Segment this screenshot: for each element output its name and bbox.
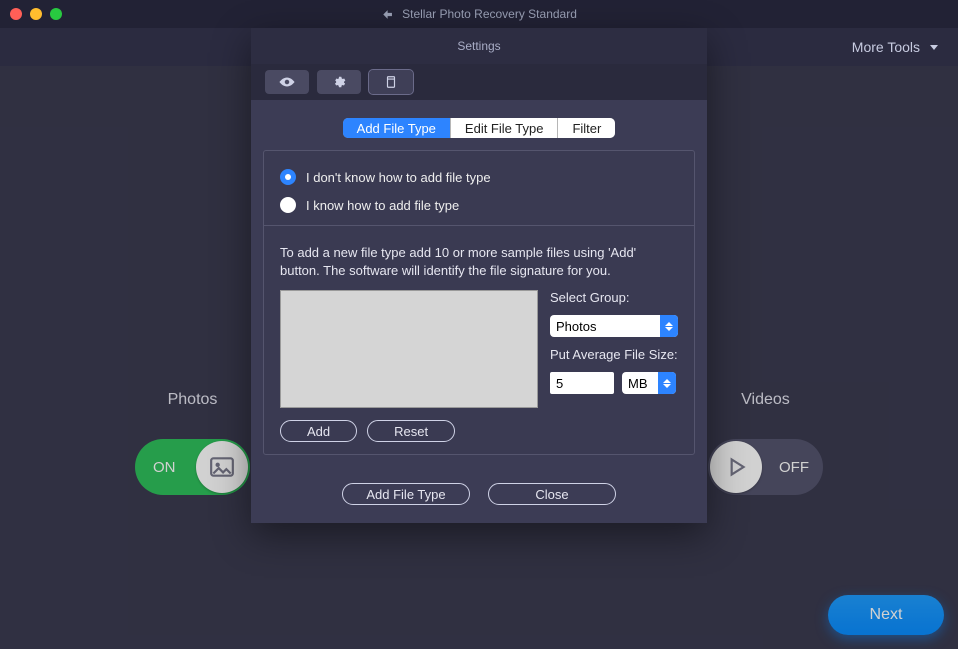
modal-body: Add File Type Edit File Type Filter I do… [251, 100, 707, 469]
back-arrow-icon [381, 8, 394, 21]
toolbar-settings-button[interactable] [317, 70, 361, 94]
radio-dont-know-label: I don't know how to add file type [306, 170, 491, 185]
window-controls [10, 8, 62, 20]
toolbar-filetype-button[interactable] [369, 70, 413, 94]
minimize-window-icon[interactable] [30, 8, 42, 20]
tab-filter[interactable]: Filter [558, 118, 615, 138]
select-group-value: Photos [550, 315, 660, 337]
settings-modal: Settings Add File Type Edit File Type Fi… [251, 28, 707, 523]
dropdown-arrows-icon [660, 315, 678, 337]
radio-know-label: I know how to add file type [306, 198, 459, 213]
avg-size-input[interactable] [550, 372, 614, 394]
sample-files-list[interactable] [280, 290, 538, 408]
radio-icon [280, 169, 296, 185]
window-title: Stellar Photo Recovery Standard [381, 7, 577, 21]
form-row: Select Group: Photos Put Average File Si… [280, 290, 678, 408]
add-sample-button[interactable]: Add [280, 420, 357, 442]
avg-size-unit-dropdown[interactable]: MB [622, 372, 676, 394]
window-title-text: Stellar Photo Recovery Standard [402, 7, 577, 21]
select-group-dropdown[interactable]: Photos [550, 315, 678, 337]
panel-buttons: Add Reset [280, 420, 678, 442]
right-column: Select Group: Photos Put Average File Si… [550, 290, 678, 408]
modal-toolbar [251, 64, 707, 100]
reset-sample-button[interactable]: Reset [367, 420, 455, 442]
tab-add-file-type[interactable]: Add File Type [343, 118, 451, 138]
toolbar-preview-button[interactable] [265, 70, 309, 94]
gear-icon [330, 75, 348, 89]
tab-edit-file-type[interactable]: Edit File Type [451, 118, 559, 138]
document-icon [382, 75, 400, 89]
divider [264, 225, 694, 226]
select-group-label: Select Group: [550, 290, 678, 305]
avg-size-unit-value: MB [622, 372, 658, 394]
radio-icon [280, 197, 296, 213]
dropdown-arrows-icon [658, 372, 676, 394]
close-window-icon[interactable] [10, 8, 22, 20]
modal-footer: Add File Type Close [251, 469, 707, 523]
window-titlebar: Stellar Photo Recovery Standard [0, 0, 958, 28]
radio-know[interactable]: I know how to add file type [280, 197, 678, 213]
avg-size-label: Put Average File Size: [550, 347, 678, 362]
avg-size-row: MB [550, 372, 678, 394]
modal-title: Settings [251, 28, 707, 64]
close-button[interactable]: Close [488, 483, 616, 505]
add-file-type-panel: I don't know how to add file type I know… [263, 150, 695, 455]
instruction-text: To add a new file type add 10 or more sa… [280, 244, 678, 280]
radio-dont-know[interactable]: I don't know how to add file type [280, 169, 678, 185]
tabs: Add File Type Edit File Type Filter [263, 118, 695, 138]
segmented-control: Add File Type Edit File Type Filter [343, 118, 616, 138]
eye-icon [278, 75, 296, 89]
zoom-window-icon[interactable] [50, 8, 62, 20]
add-file-type-button[interactable]: Add File Type [342, 483, 470, 505]
chevron-down-icon [930, 45, 938, 50]
more-tools-label: More Tools [852, 39, 920, 55]
more-tools-menu[interactable]: More Tools [852, 39, 938, 55]
